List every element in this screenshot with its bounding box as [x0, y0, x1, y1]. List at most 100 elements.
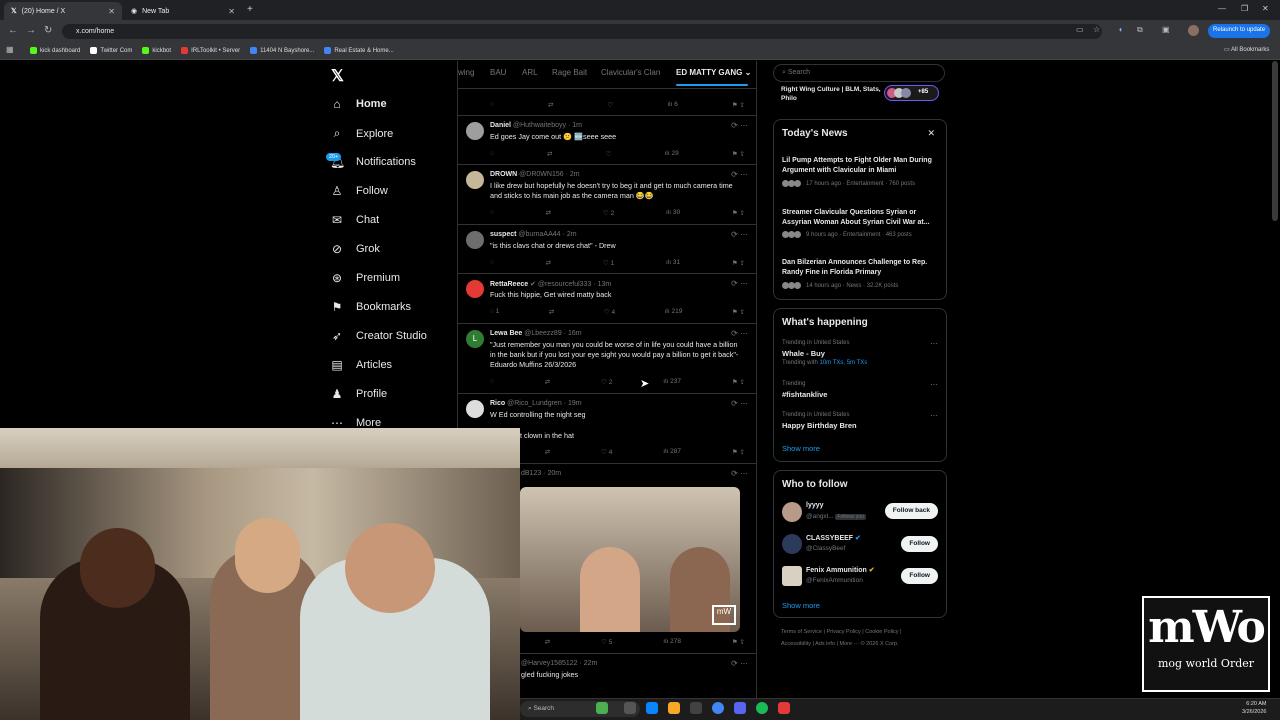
views-count[interactable]: ılı 287: [663, 448, 681, 456]
bookmark-irltoolkit[interactable]: IRLToolkit • Server: [181, 47, 240, 54]
tab-bau[interactable]: BAU: [490, 68, 506, 77]
like-icon[interactable]: ♡: [607, 101, 613, 109]
avatar[interactable]: [466, 122, 484, 140]
task-view-icon[interactable]: [624, 702, 636, 714]
views-count[interactable]: ılı 237: [663, 378, 681, 386]
widgets-icon[interactable]: [596, 702, 608, 714]
back-icon[interactable]: ←: [8, 25, 18, 36]
bookmark-icon[interactable]: ⚑ ⇪: [732, 638, 745, 646]
account-name[interactable]: CLASSYBEEF ✔: [806, 534, 861, 542]
more-icon[interactable]: ⟳ ⋯: [731, 121, 748, 130]
like-icon[interactable]: ♡ 4: [601, 448, 612, 456]
repost-icon[interactable]: ⇄: [545, 378, 550, 386]
bookmark-kickbot[interactable]: kickbot: [142, 47, 171, 54]
tab-arl[interactable]: ARL: [522, 68, 538, 77]
tab-rage-bait[interactable]: Rage Bait: [552, 68, 587, 77]
bookmark-real-estate[interactable]: Real Estate & Home...: [324, 47, 394, 54]
account-name[interactable]: lyyyy: [806, 502, 824, 509]
avatar[interactable]: [466, 400, 484, 418]
nav-profile[interactable]: ♟ Profile: [330, 387, 388, 401]
reply-icon[interactable]: ◌: [490, 378, 494, 386]
bookmark-icon[interactable]: ⚑ ⇪: [732, 448, 745, 456]
window-close-icon[interactable]: ✕: [1262, 4, 1269, 13]
bookmark-kick-dashboard[interactable]: kick dashboard: [30, 47, 80, 54]
show-more-link[interactable]: Show more: [782, 601, 820, 610]
like-icon[interactable]: ♡ 2: [601, 378, 612, 386]
extensions-icon[interactable]: ⧉: [1137, 25, 1143, 35]
avatar[interactable]: L: [466, 330, 484, 348]
footer-link[interactable]: Terms of Service: [781, 629, 822, 635]
footer-link[interactable]: Privacy Policy: [826, 629, 860, 635]
reload-icon[interactable]: ↻: [44, 25, 52, 36]
bookmark-bayshore[interactable]: 11404 N Bayshore...: [250, 47, 314, 54]
avatar[interactable]: [466, 171, 484, 189]
bookmark-icon[interactable]: ⚑ ⇪: [732, 209, 745, 217]
scrollbar[interactable]: [1272, 61, 1278, 221]
avatar[interactable]: [466, 280, 484, 298]
trend-title[interactable]: Happy Birthday Bren: [782, 421, 857, 430]
views-count[interactable]: ılı 30: [666, 209, 680, 217]
community-avatars[interactable]: +85: [884, 85, 939, 101]
like-icon[interactable]: ♡: [606, 150, 612, 158]
forward-icon[interactable]: →: [26, 25, 36, 36]
bookmark-icon[interactable]: ⚑ ⇪: [732, 150, 745, 158]
more-icon[interactable]: ⟳ ⋯: [731, 279, 748, 288]
minimize-icon[interactable]: —: [1218, 4, 1226, 13]
reply-icon[interactable]: ◌: [490, 259, 494, 267]
repost-icon[interactable]: ⇄: [547, 150, 552, 158]
all-bookmarks-link[interactable]: ▭ All Bookmarks: [1224, 46, 1269, 53]
post[interactable]: Daniel @Huthwaiteboyy · 1m ⟳ ⋯ Ed goes J…: [458, 116, 756, 165]
nav-explore[interactable]: ⌕ Explore: [330, 126, 394, 141]
url-bar[interactable]: x.com/home: [62, 24, 1102, 39]
bookmark-icon[interactable]: ⚑ ⇪: [732, 378, 745, 386]
repost-icon[interactable]: ⇄: [545, 638, 550, 646]
nav-chat[interactable]: ✉ Chat: [330, 213, 379, 227]
views-count[interactable]: ılı 31: [666, 259, 680, 267]
footer-link[interactable]: Ads info: [815, 641, 835, 647]
app-icon[interactable]: [778, 702, 790, 714]
tab-ed-matty-gang[interactable]: ED MATTY GANG ⌄: [676, 68, 751, 77]
more-icon[interactable]: ⋯: [930, 380, 938, 389]
avatar[interactable]: [1188, 25, 1199, 36]
tab-wing[interactable]: wing: [458, 68, 474, 77]
apps-icon[interactable]: ▦: [6, 45, 14, 54]
footer-link[interactable]: More ···: [840, 641, 860, 647]
discord-icon[interactable]: [734, 702, 746, 714]
close-icon[interactable]: ✕: [228, 7, 235, 16]
avatar[interactable]: [782, 502, 802, 522]
community-title[interactable]: Right Wing Culture | BLM, Stats, Philo: [781, 85, 881, 103]
cast-icon[interactable]: ▭: [1076, 25, 1084, 34]
reply-icon[interactable]: ◌ 1: [490, 308, 499, 316]
reply-icon[interactable]: ◌: [490, 209, 494, 217]
avatar[interactable]: [782, 534, 802, 554]
avatar[interactable]: [782, 566, 802, 586]
system-clock[interactable]: 6:20 AM 3/26/2026: [1242, 700, 1266, 716]
follow-button[interactable]: Follow: [901, 536, 938, 552]
footer-link[interactable]: Accessibility: [781, 641, 811, 647]
like-icon[interactable]: ♡ 5: [601, 638, 612, 646]
views-count[interactable]: ılı 6: [667, 101, 678, 109]
search-input[interactable]: ⌕ Search: [773, 64, 945, 82]
repost-icon[interactable]: ⇄: [548, 101, 553, 109]
relaunch-button[interactable]: Relaunch to update: [1208, 24, 1271, 38]
x-logo-icon[interactable]: 𝕏: [331, 66, 344, 86]
reply-icon[interactable]: ◌: [490, 150, 494, 158]
news-headline[interactable]: Streamer Clavicular Questions Syrian or …: [782, 208, 942, 228]
views-count[interactable]: ılı 29: [665, 150, 679, 158]
star-icon[interactable]: ☆: [1093, 25, 1100, 34]
close-icon[interactable]: ✕: [108, 7, 115, 16]
nav-premium[interactable]: ⊛ Premium: [330, 271, 400, 285]
post-image[interactable]: mW: [520, 487, 740, 632]
nav-creator-studio[interactable]: ➶ Creator Studio: [330, 329, 427, 343]
bookmark-icon[interactable]: ⚑ ⇪: [732, 101, 745, 109]
trend-title[interactable]: Whale - Buy: [782, 349, 825, 358]
follow-button[interactable]: Follow: [901, 568, 938, 584]
nav-grok[interactable]: ⊘ Grok: [330, 242, 380, 256]
obs-icon[interactable]: [690, 702, 702, 714]
sidebar-icon[interactable]: ▣: [1162, 25, 1170, 34]
more-icon[interactable]: ⟳ ⋯: [731, 399, 748, 408]
show-more-link[interactable]: Show more: [782, 444, 820, 453]
like-icon[interactable]: ♡ 2: [603, 209, 614, 217]
repost-icon[interactable]: ⇄: [549, 308, 554, 316]
bookmark-icon[interactable]: ⚑ ⇪: [732, 259, 745, 267]
